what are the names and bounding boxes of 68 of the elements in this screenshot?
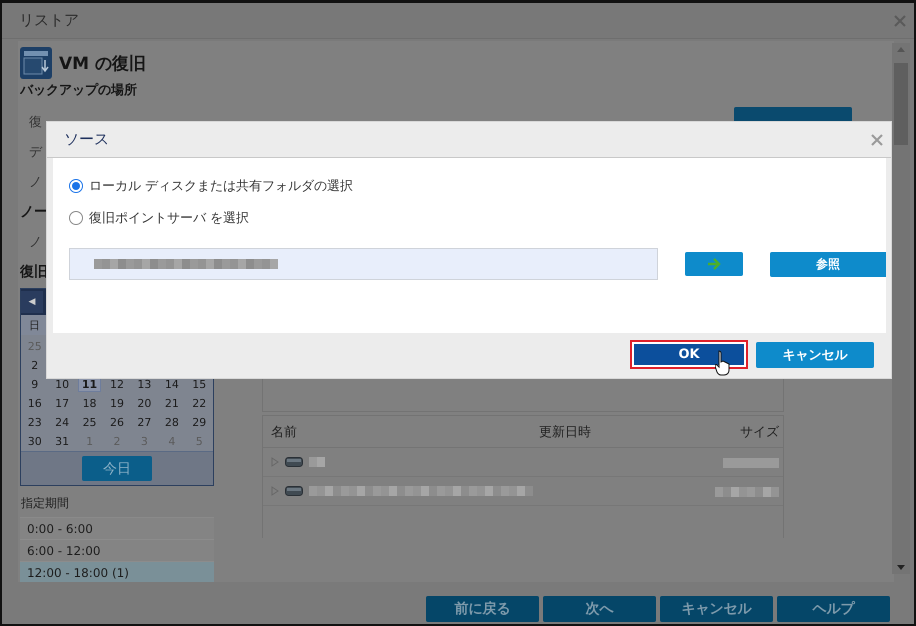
wizard-button[interactable]: キャンセル <box>660 596 773 622</box>
calendar-day[interactable]: 22 <box>186 397 213 410</box>
calendar-day[interactable]: 27 <box>130 416 158 429</box>
period-item[interactable]: 6:00 - 12:00 <box>20 540 214 562</box>
field-label: 復 <box>29 114 42 132</box>
blurred-text <box>309 457 325 467</box>
source-option[interactable]: 復旧ポイントサーバ を選択 <box>69 202 250 234</box>
column-header[interactable]: 名前 <box>271 422 539 440</box>
calendar-day[interactable]: 12 <box>103 378 131 391</box>
window-title: リストア <box>19 11 79 30</box>
calendar-day[interactable]: 31 <box>48 435 76 448</box>
period-item[interactable]: 12:00 - 18:00 (1) <box>20 562 214 582</box>
drive-icon <box>285 486 303 496</box>
go-button[interactable] <box>685 252 743 276</box>
blurred-text <box>715 486 779 496</box>
column-header[interactable]: サイズ <box>719 422 779 440</box>
wizard-button[interactable]: 前に戻る <box>426 596 539 622</box>
drive-icon <box>285 457 303 467</box>
vm-icon <box>20 47 52 79</box>
radio-button[interactable] <box>69 211 83 225</box>
scrollbar[interactable] <box>892 43 910 574</box>
source-option[interactable]: ローカル ディスクまたは共有フォルダの選択 <box>69 170 354 202</box>
hand-cursor-icon <box>715 350 731 376</box>
dialog-title: ソース <box>64 130 109 149</box>
field-label: ノ <box>29 234 42 252</box>
calendar-day[interactable]: 10 <box>48 378 76 391</box>
calendar-day[interactable]: 15 <box>186 378 213 391</box>
blurred-text <box>723 458 779 468</box>
wizard-button[interactable]: 次へ <box>543 596 656 622</box>
field-label: ノ <box>29 174 42 192</box>
scroll-down-icon[interactable] <box>897 565 905 570</box>
close-icon[interactable] <box>894 14 906 26</box>
calendar-day[interactable]: 20 <box>130 397 158 410</box>
radio-button[interactable] <box>69 179 83 193</box>
today-button[interactable]: 今日 <box>82 456 152 481</box>
close-icon[interactable] <box>871 134 883 146</box>
field-label: デ <box>29 144 42 162</box>
calendar-day[interactable]: 24 <box>48 416 76 429</box>
column-header[interactable]: 更新日時 <box>539 422 719 440</box>
previous-month-button[interactable]: ◀ <box>21 291 43 313</box>
calendar-day[interactable]: 18 <box>76 397 104 410</box>
calendar-day[interactable]: 28 <box>158 416 186 429</box>
calendar-day[interactable]: 17 <box>48 397 76 410</box>
calendar-day[interactable]: 30 <box>21 435 48 448</box>
expand-icon[interactable] <box>271 457 279 467</box>
calendar-day[interactable]: 25 <box>76 416 104 429</box>
calendar-day[interactable]: 14 <box>158 378 186 391</box>
calendar-day[interactable]: 19 <box>103 397 131 410</box>
calendar-day[interactable]: 16 <box>21 397 48 410</box>
scroll-up-icon[interactable] <box>897 47 905 52</box>
expand-icon[interactable] <box>271 486 279 496</box>
wizard-button[interactable]: ヘルプ <box>777 596 890 622</box>
page-heading: VM の復旧 <box>59 52 146 74</box>
ok-button[interactable]: OK <box>630 340 748 369</box>
calendar-day[interactable]: 23 <box>21 416 48 429</box>
period-item[interactable]: 0:00 - 6:00 <box>20 518 214 540</box>
calendar-day[interactable]: 26 <box>103 416 131 429</box>
calendar-day[interactable]: 29 <box>186 416 213 429</box>
cancel-button[interactable]: キャンセル <box>756 342 874 368</box>
calendar-day[interactable]: 2 <box>21 359 48 372</box>
browse-button[interactable]: 参照 <box>770 252 886 276</box>
calendar-day[interactable]: 21 <box>158 397 186 410</box>
path-field[interactable] <box>69 248 658 280</box>
weekday-label: 日 <box>28 318 42 332</box>
calendar-day[interactable]: 9 <box>21 378 48 391</box>
period-label: 指定期間 <box>20 495 69 512</box>
calendar-day[interactable]: 13 <box>130 378 158 391</box>
arrow-icon <box>707 258 722 270</box>
